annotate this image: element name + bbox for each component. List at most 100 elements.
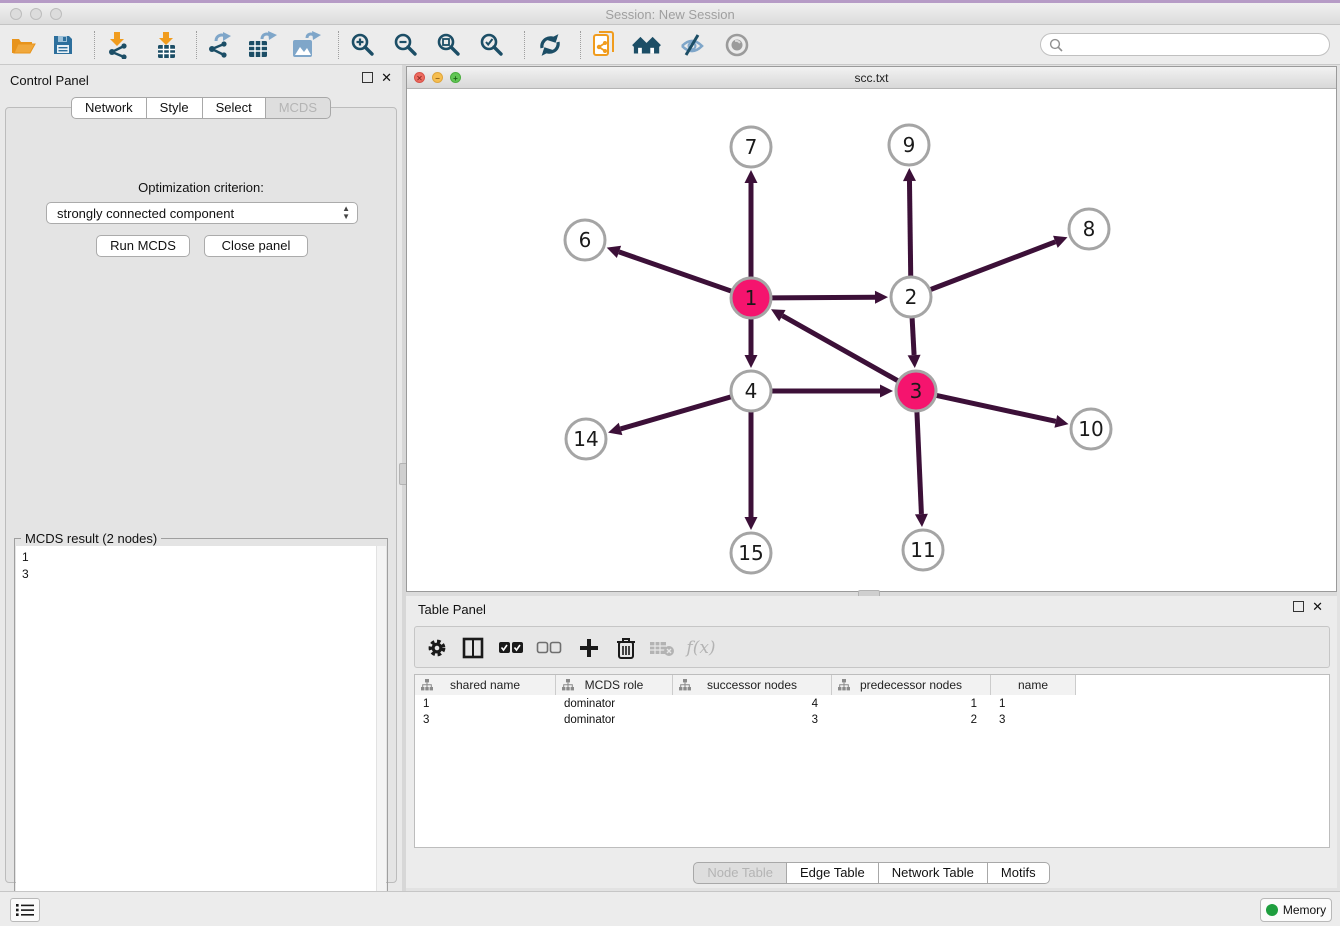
cell-name[interactable]: 1 <box>991 696 1076 712</box>
mcds-result-text[interactable]: 1 3 <box>16 546 376 916</box>
function-builder-icon[interactable]: f(x) <box>687 635 715 661</box>
network-window-titlebar[interactable]: ✕ − + scc.txt <box>407 67 1336 89</box>
window-title: Session: New Session <box>0 7 1340 22</box>
add-column-icon[interactable] <box>575 635 603 661</box>
graph-edge-4-14[interactable] <box>621 397 731 429</box>
cell-mcds-role[interactable]: dominator <box>556 712 673 728</box>
network-graph[interactable]: 7968124314101511 <box>407 89 1336 591</box>
zoom-out-icon[interactable] <box>391 31 421 59</box>
column-header-predecessor-nodes[interactable]: predecessor nodes <box>832 675 991 695</box>
export-table-icon[interactable] <box>247 31 277 59</box>
table-panel-tabs: Node Table Edge Table Network Table Moti… <box>406 862 1337 884</box>
float-panel-icon[interactable] <box>362 72 373 83</box>
delete-column-icon[interactable] <box>612 635 640 661</box>
column-header-mcds-role[interactable]: MCDS role <box>556 675 673 695</box>
task-history-button[interactable] <box>10 898 40 922</box>
clone-network-icon[interactable] <box>590 31 620 59</box>
memory-button[interactable]: Memory <box>1260 898 1332 922</box>
tab-select[interactable]: Select <box>203 97 266 119</box>
toolbar-separator <box>94 31 95 59</box>
graph-edge-2-9[interactable] <box>909 181 910 276</box>
graph-edge-3-11[interactable] <box>917 412 921 514</box>
hierarchy-icon <box>838 679 850 691</box>
graph-node-label: 14 <box>573 427 598 451</box>
float-panel-icon[interactable] <box>1293 601 1304 612</box>
graph-edge-2-3[interactable] <box>912 318 914 355</box>
graph-edge-arrowhead <box>607 246 621 258</box>
tab-edge-table[interactable]: Edge Table <box>787 862 879 884</box>
cell-successor-nodes[interactable]: 4 <box>673 696 832 712</box>
column-header-successor-nodes[interactable]: successor nodes <box>673 675 832 695</box>
mcds-result-groupbox: MCDS result (2 nodes) 1 3 <box>14 538 388 918</box>
cell-successor-nodes[interactable]: 3 <box>673 712 832 728</box>
cell-predecessor-nodes[interactable]: 2 <box>832 712 991 728</box>
import-network-icon[interactable] <box>103 31 133 59</box>
control-panel: Control Panel ✕ Network Style Select MCD… <box>0 65 402 891</box>
export-image-icon[interactable] <box>291 31 321 59</box>
graph-edge-arrowhead <box>745 355 758 368</box>
search-field[interactable] <box>1040 33 1330 56</box>
export-network-icon[interactable] <box>205 31 235 59</box>
graph-edge-arrowhead <box>1054 415 1068 428</box>
graph-edge-3-10[interactable] <box>937 395 1056 421</box>
column-label: MCDS role <box>585 678 644 692</box>
deselect-all-columns-icon[interactable] <box>535 635 563 661</box>
tab-network[interactable]: Network <box>71 97 147 119</box>
column-header-name[interactable]: name <box>991 675 1076 695</box>
tab-mcds[interactable]: MCDS <box>266 97 331 119</box>
cell-shared-name[interactable]: 1 <box>415 696 556 712</box>
close-panel-icon[interactable]: ✕ <box>381 72 392 83</box>
import-table-icon[interactable] <box>151 31 181 59</box>
column-layout-icon[interactable] <box>459 635 487 661</box>
column-label: name <box>1018 678 1048 692</box>
toolbar-separator <box>196 31 197 59</box>
tab-node-table[interactable]: Node Table <box>693 862 787 884</box>
select-all-columns-icon[interactable] <box>497 635 525 661</box>
graph-edge-1-2[interactable] <box>772 297 875 298</box>
cell-shared-name[interactable]: 3 <box>415 712 556 728</box>
graph-edge-1-6[interactable] <box>619 252 731 291</box>
result-scrollbar[interactable] <box>376 546 386 916</box>
graph-edge-2-8[interactable] <box>931 242 1056 290</box>
cell-name[interactable]: 3 <box>991 712 1076 728</box>
zoom-in-icon[interactable] <box>348 31 378 59</box>
zoom-fit-icon[interactable] <box>434 31 464 59</box>
close-panel-icon[interactable]: ✕ <box>1312 601 1323 612</box>
window-titlebar[interactable]: Session: New Session <box>0 3 1340 25</box>
graph-edge-arrowhead <box>745 517 758 530</box>
first-neighbors-icon[interactable] <box>632 31 662 59</box>
hide-selected-icon[interactable] <box>677 31 707 59</box>
cell-predecessor-nodes[interactable]: 1 <box>832 696 991 712</box>
close-panel-button[interactable]: Close panel <box>204 235 308 257</box>
graph-edge-arrowhead <box>908 355 921 368</box>
table-row[interactable]: 1 dominator 4 1 1 <box>415 696 1076 712</box>
tab-motifs[interactable]: Motifs <box>988 862 1050 884</box>
memory-status-icon <box>1266 904 1278 916</box>
memory-label: Memory <box>1283 903 1326 917</box>
save-session-icon[interactable] <box>48 31 78 59</box>
delete-table-icon[interactable] <box>648 635 676 661</box>
toolbar-separator <box>338 31 339 59</box>
table-settings-icon[interactable] <box>423 635 451 661</box>
hierarchy-icon <box>562 679 574 691</box>
zoom-selected-icon[interactable] <box>477 31 507 59</box>
criterion-dropdown[interactable]: strongly connected component ▲▼ <box>46 202 358 224</box>
graph-edge-arrowhead <box>745 170 758 183</box>
toolbar-separator <box>580 31 581 59</box>
table-panel-title: Table Panel <box>418 602 486 617</box>
run-mcds-button[interactable]: Run MCDS <box>96 235 190 257</box>
column-header-shared-name[interactable]: shared name <box>415 675 556 695</box>
cell-mcds-role[interactable]: dominator <box>556 696 673 712</box>
open-session-icon[interactable] <box>8 31 38 59</box>
refresh-view-icon[interactable] <box>535 31 565 59</box>
node-table: shared name MCDS role successor nodes pr… <box>414 674 1330 848</box>
tab-network-table[interactable]: Network Table <box>879 862 988 884</box>
graph-edge-3-1[interactable] <box>782 316 897 381</box>
control-panel-body: Network Style Select MCDS Optimization c… <box>5 107 397 883</box>
show-all-icon[interactable] <box>722 31 752 59</box>
mcds-result-legend: MCDS result (2 nodes) <box>21 531 161 546</box>
search-input[interactable] <box>1063 35 1329 54</box>
tab-style[interactable]: Style <box>147 97 203 119</box>
table-row[interactable]: 3 dominator 3 2 3 <box>415 712 1076 728</box>
table-header-row: shared name MCDS role successor nodes pr… <box>415 675 1076 695</box>
